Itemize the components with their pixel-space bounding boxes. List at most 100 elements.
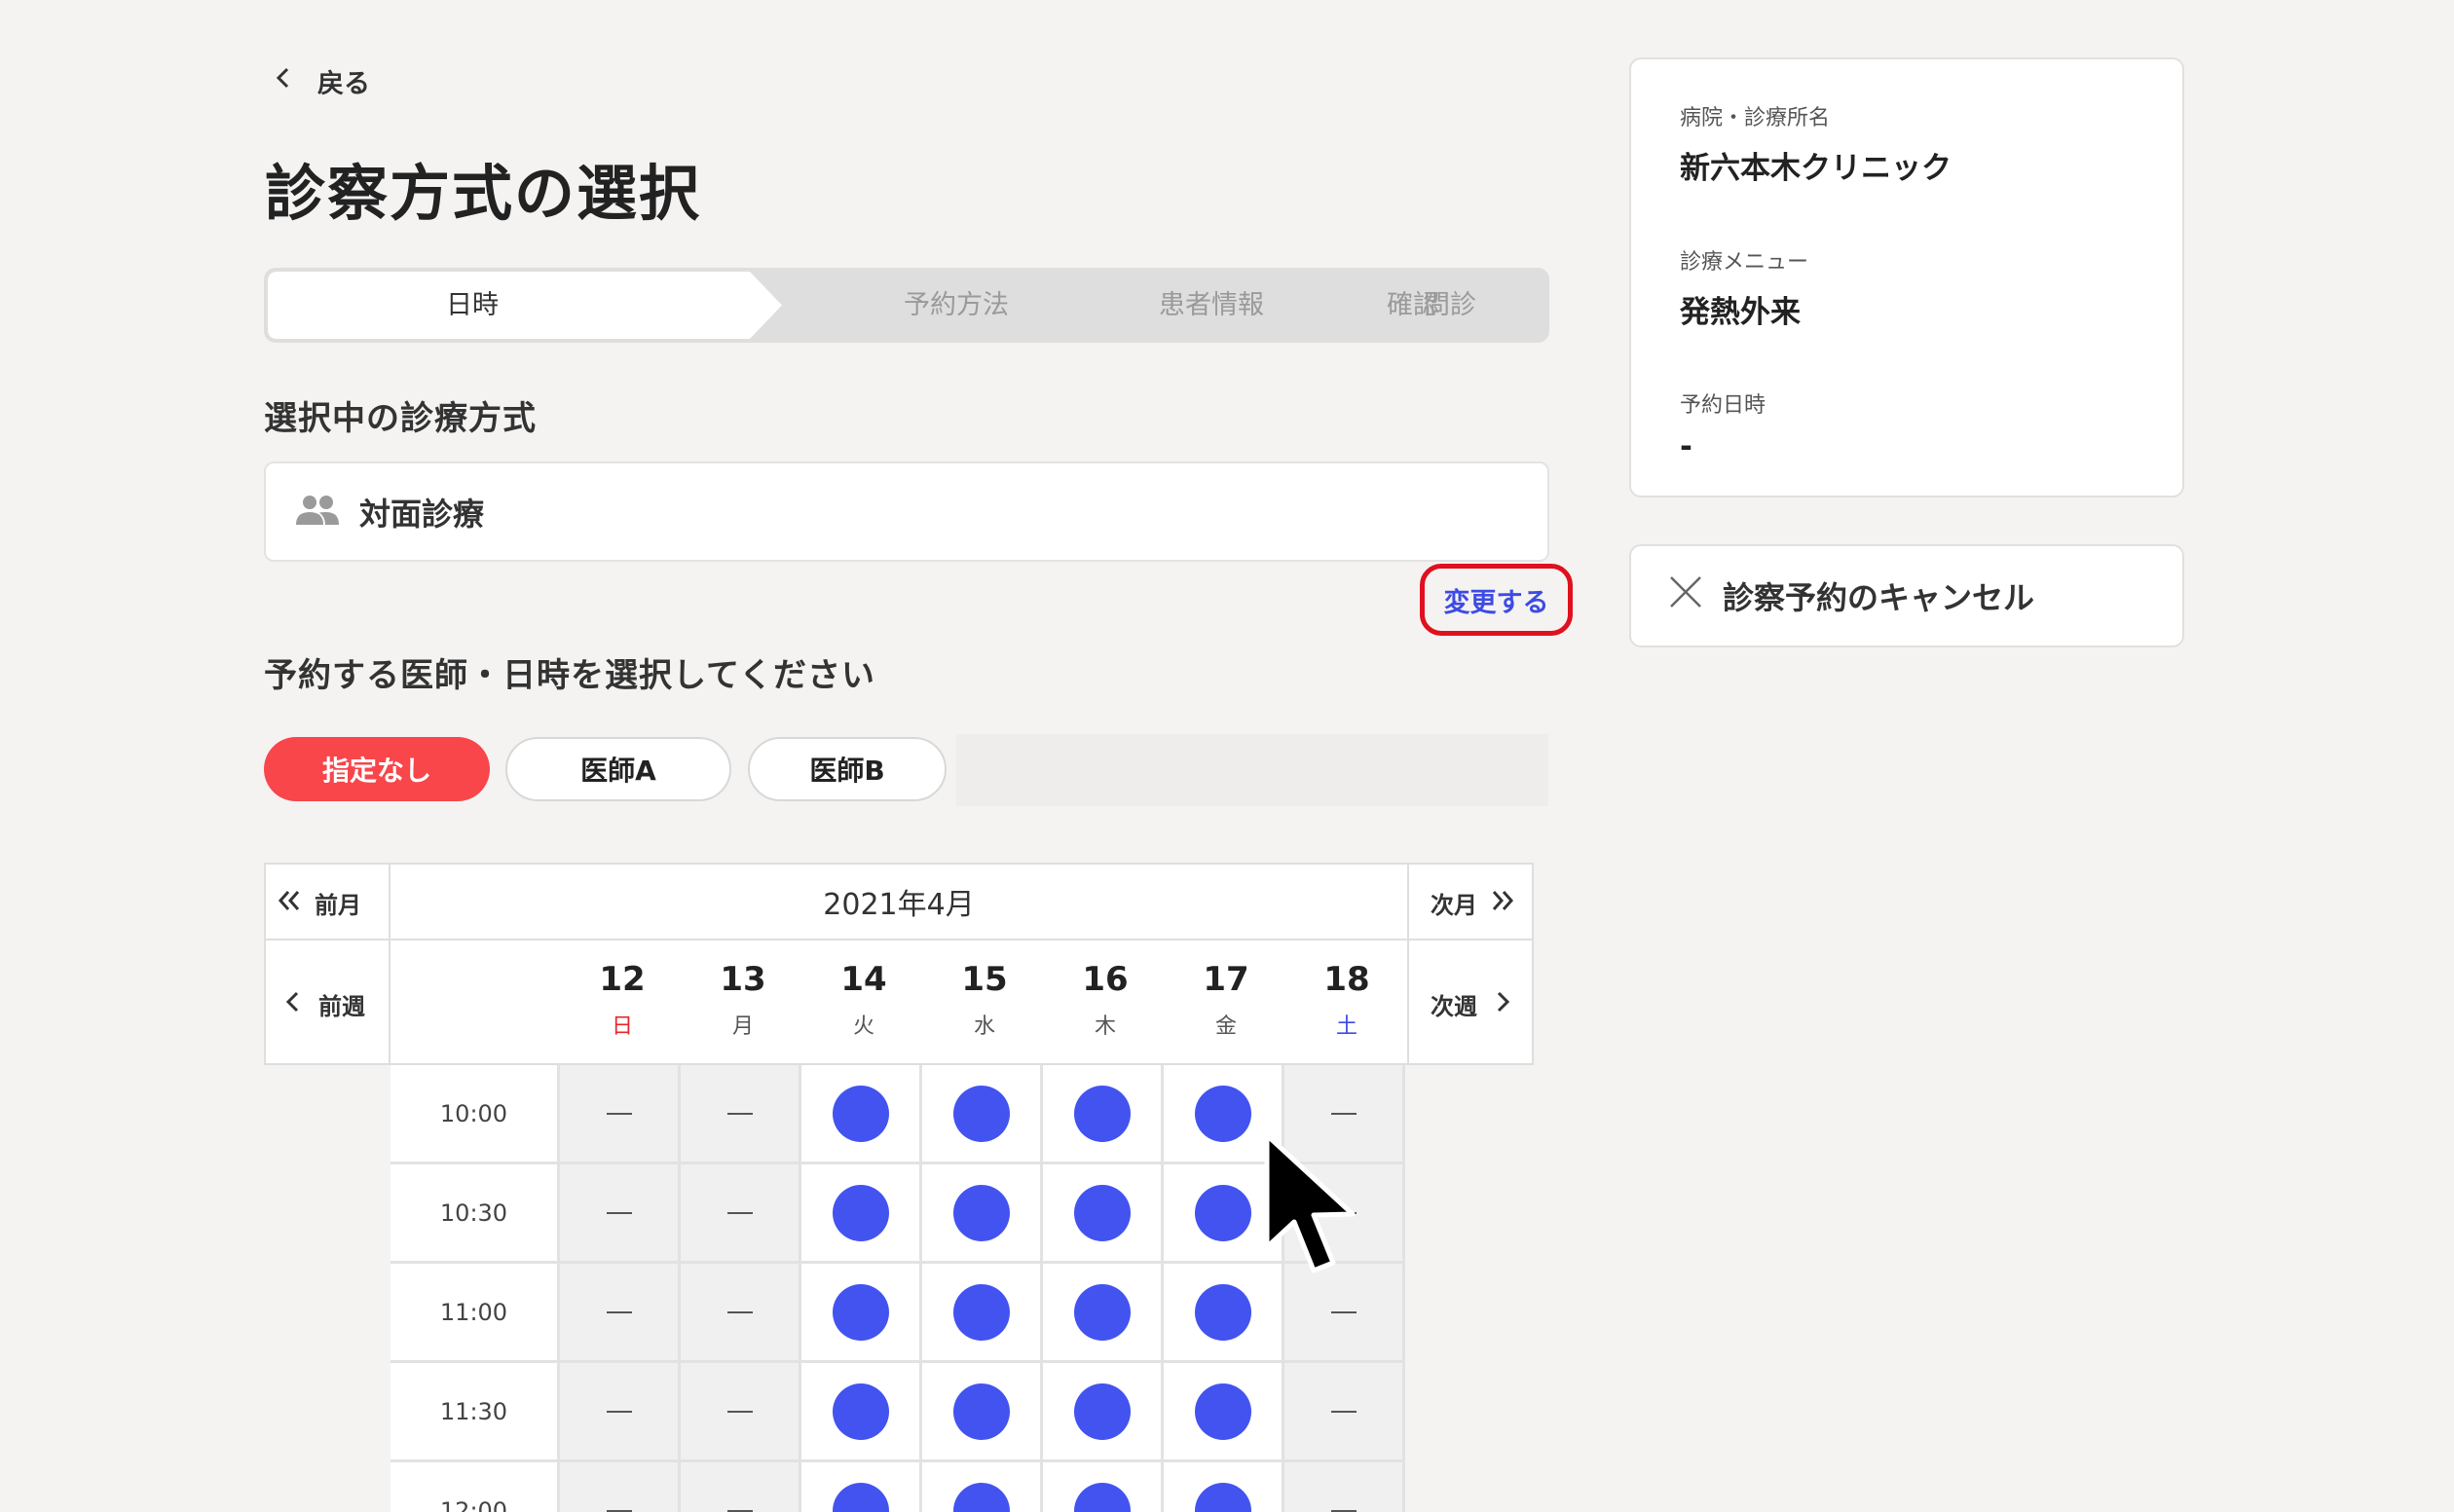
- close-icon: [1668, 574, 1703, 617]
- slot-unavailable: [1284, 1264, 1405, 1363]
- menu-label: 診療メニュー: [1680, 250, 1809, 275]
- unavailable-dash-icon: [606, 1410, 632, 1413]
- back-link[interactable]: 戻る: [271, 62, 370, 100]
- doctor-option-b[interactable]: 医師B: [748, 737, 947, 801]
- people-icon: [295, 494, 340, 531]
- mouse-pointer-icon: [1263, 1132, 1366, 1278]
- back-label: 戻る: [317, 69, 370, 99]
- slot-available[interactable]: [801, 1065, 922, 1164]
- page-title: 診察方式の選択: [265, 158, 702, 229]
- unavailable-dash-icon: [606, 1509, 632, 1512]
- next-month-button[interactable]: 次月: [1431, 886, 1516, 920]
- available-dot-icon: [952, 1482, 1010, 1512]
- unavailable-dash-icon: [726, 1410, 753, 1413]
- doctor-option-none[interactable]: 指定なし: [264, 737, 490, 801]
- available-dot-icon: [1194, 1283, 1251, 1341]
- slot-unavailable: [681, 1164, 801, 1264]
- slot-available[interactable]: [801, 1164, 922, 1264]
- slot-available[interactable]: [922, 1363, 1043, 1462]
- available-dot-icon: [1194, 1482, 1251, 1512]
- day-weekday: 水: [973, 1014, 995, 1039]
- slot-available[interactable]: [1043, 1065, 1164, 1164]
- next-week-label: 次週: [1431, 993, 1477, 1020]
- available-dot-icon: [952, 1085, 1010, 1142]
- slot-available[interactable]: [1043, 1462, 1164, 1512]
- prev-month-label: 前月: [315, 892, 361, 919]
- available-dot-icon: [1073, 1482, 1131, 1512]
- day-number: 14: [840, 960, 887, 999]
- unavailable-dash-icon: [1330, 1310, 1357, 1313]
- slot-unavailable: [560, 1363, 681, 1462]
- next-week-button[interactable]: 次週: [1431, 987, 1516, 1021]
- slot-available[interactable]: [1043, 1264, 1164, 1363]
- available-dot-icon: [1073, 1383, 1131, 1440]
- slot-available[interactable]: [922, 1164, 1043, 1264]
- slot-unavailable: [681, 1065, 801, 1164]
- unavailable-dash-icon: [606, 1112, 632, 1115]
- day-weekday: 土: [1335, 1014, 1357, 1039]
- chevron-left-icon: [279, 988, 307, 1021]
- unavailable-dash-icon: [1330, 1112, 1357, 1115]
- available-dot-icon: [832, 1085, 889, 1142]
- slot-unavailable: [681, 1264, 801, 1363]
- slot-available[interactable]: [1164, 1264, 1284, 1363]
- slot-unavailable: [1284, 1363, 1405, 1462]
- day-weekday: 木: [1094, 1014, 1116, 1039]
- unavailable-dash-icon: [606, 1310, 632, 1313]
- available-dot-icon: [1073, 1085, 1131, 1142]
- cancel-reservation-button[interactable]: 診察予約のキャンセル: [1629, 544, 2184, 647]
- chip-row-background: [956, 734, 1548, 806]
- slot-available[interactable]: [1164, 1462, 1284, 1512]
- prev-week-button[interactable]: 前週: [279, 987, 365, 1021]
- day-number: 12: [599, 960, 646, 999]
- slot-unavailable: [560, 1164, 681, 1264]
- slot-available[interactable]: [801, 1363, 922, 1462]
- unavailable-dash-icon: [1330, 1410, 1357, 1413]
- slot-available[interactable]: [922, 1462, 1043, 1512]
- unavailable-dash-icon: [726, 1211, 753, 1214]
- day-number: 18: [1323, 960, 1370, 999]
- time-slot-label: 10:30: [390, 1164, 560, 1264]
- unavailable-dash-icon: [726, 1310, 753, 1313]
- doctor-select-heading: 予約する医師・日時を選択してください: [264, 656, 875, 695]
- day-weekday: 金: [1214, 1014, 1237, 1039]
- step-datetime: 日時: [446, 290, 499, 320]
- slot-available[interactable]: [801, 1462, 922, 1512]
- slot-available[interactable]: [801, 1264, 922, 1363]
- change-method-button[interactable]: 変更する: [1420, 564, 1573, 636]
- available-dot-icon: [832, 1283, 889, 1341]
- next-month-label: 次月: [1431, 892, 1477, 919]
- reservation-summary-card: 病院・診療所名 新六本木クリニック 診療メニュー 発熱外来 予約日時 -: [1629, 57, 2184, 498]
- chevron-right-icon: [1489, 988, 1516, 1021]
- slot-available[interactable]: [1043, 1363, 1164, 1462]
- datetime-value: -: [1680, 429, 1692, 464]
- available-dot-icon: [952, 1283, 1010, 1341]
- slot-unavailable: [560, 1462, 681, 1512]
- hospital-label: 病院・診療所名: [1680, 106, 1831, 130]
- double-chevron-right-icon: [1489, 887, 1516, 920]
- hospital-value: 新六本木クリニック: [1680, 151, 1952, 186]
- prev-month-button[interactable]: 前月: [276, 886, 361, 920]
- doctor-option-a[interactable]: 医師A: [505, 737, 731, 801]
- chevron-left-icon: [271, 65, 296, 97]
- time-slot-label: 10:00: [390, 1065, 560, 1164]
- day-header-cell: [389, 939, 1409, 1065]
- slot-unavailable: [560, 1264, 681, 1363]
- day-weekday: 月: [731, 1014, 754, 1039]
- slot-unavailable: [681, 1363, 801, 1462]
- slot-available[interactable]: [922, 1264, 1043, 1363]
- menu-value: 発熱外来: [1680, 295, 1801, 330]
- available-dot-icon: [1194, 1383, 1251, 1440]
- slot-available[interactable]: [922, 1065, 1043, 1164]
- day-weekday: 日: [611, 1014, 633, 1039]
- slot-available[interactable]: [1043, 1164, 1164, 1264]
- available-dot-icon: [832, 1482, 889, 1512]
- slot-available[interactable]: [1164, 1363, 1284, 1462]
- day-number: 15: [961, 960, 1008, 999]
- progress-stepper: 日時 予約方法 患者情報 問診 確認: [264, 268, 1549, 343]
- slot-unavailable: [1284, 1462, 1405, 1512]
- selected-method-label: 対面診療: [359, 495, 485, 533]
- available-dot-icon: [1073, 1283, 1131, 1341]
- selected-method-heading: 選択中の診療方式: [264, 399, 537, 438]
- available-dot-icon: [1194, 1085, 1251, 1142]
